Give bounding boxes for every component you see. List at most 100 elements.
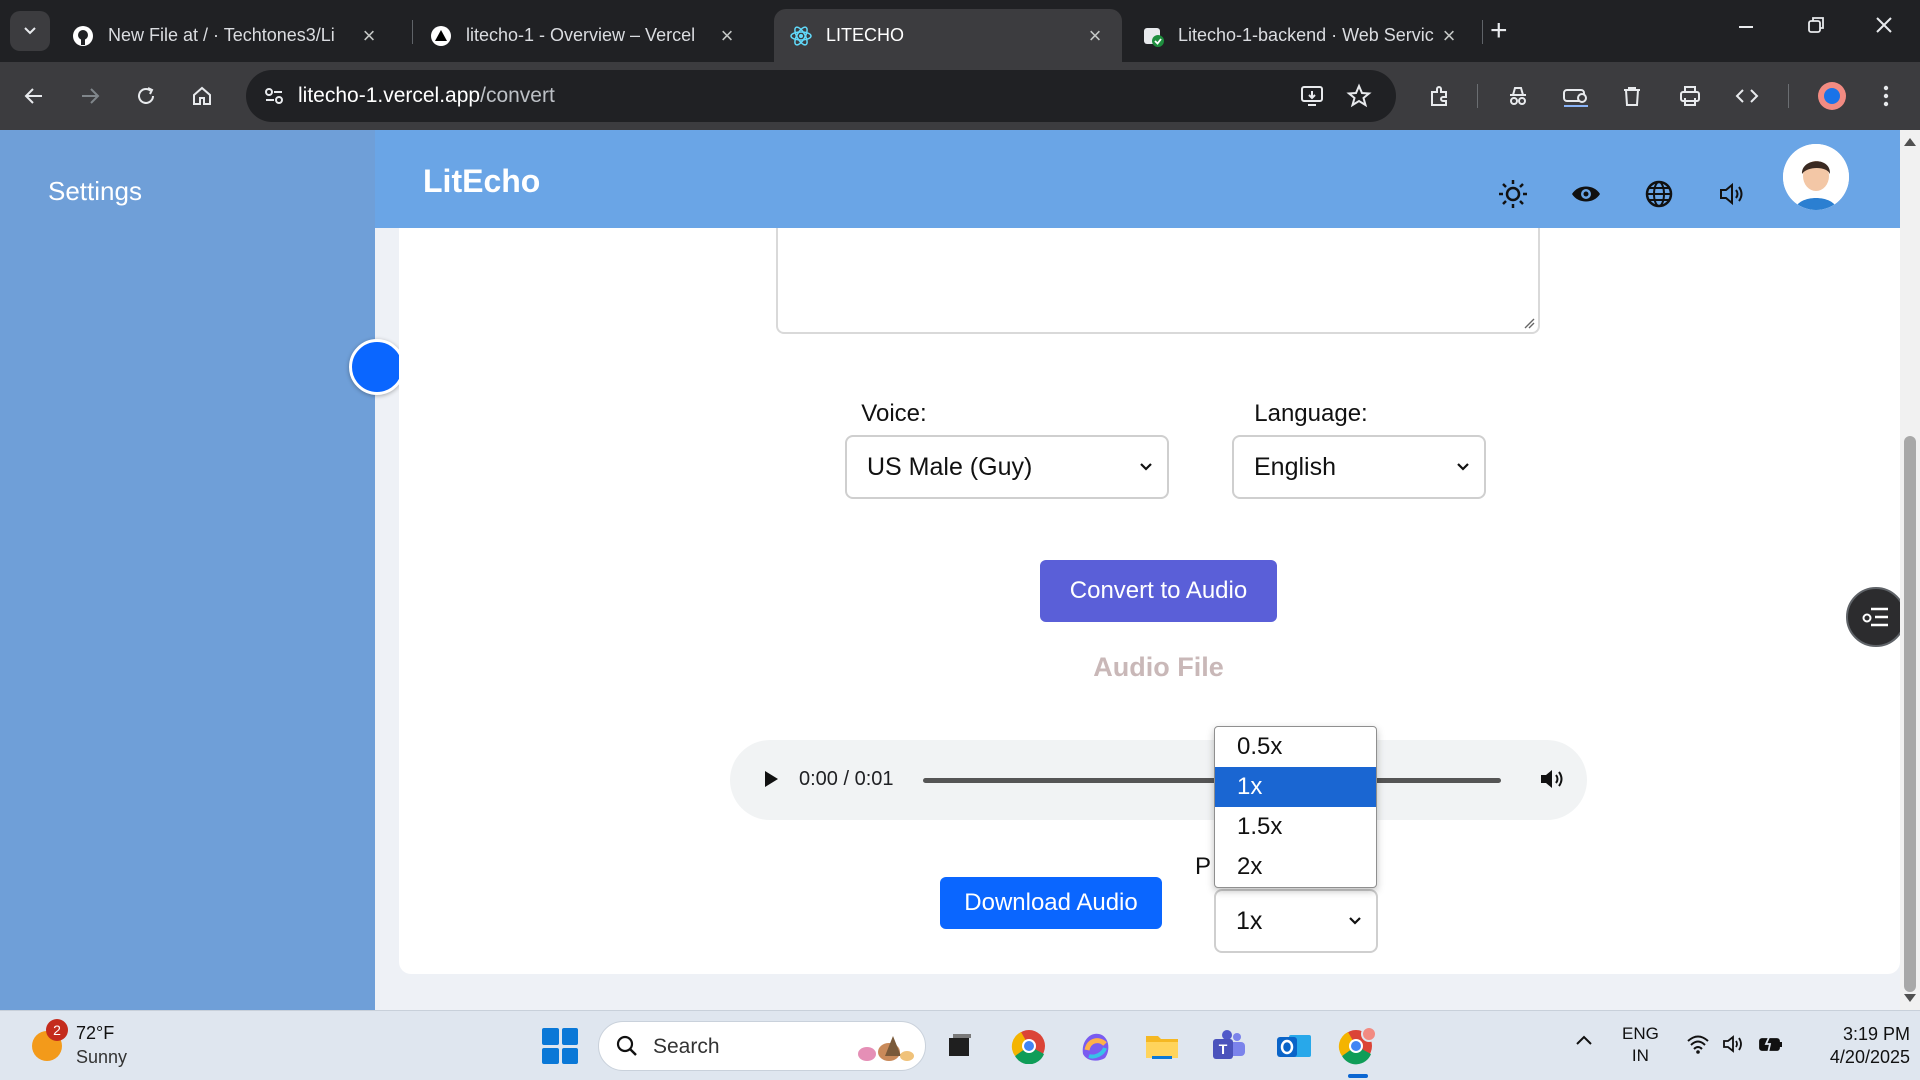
tab-github[interactable]: New File at / · Techtones3/Li × [56, 9, 396, 62]
forward-button[interactable] [72, 78, 108, 114]
scroll-down-arrow[interactable] [1904, 994, 1916, 1002]
user-avatar[interactable] [1783, 144, 1849, 210]
taskbar-search[interactable]: Search [598, 1021, 926, 1071]
key-icon [1563, 89, 1588, 107]
tab-separator [1482, 20, 1483, 44]
resize-handle-icon[interactable] [1523, 317, 1535, 329]
close-icon [1876, 17, 1892, 33]
playback-speed-select[interactable]: 1x [1214, 889, 1378, 953]
minimize-button[interactable] [1736, 14, 1756, 42]
taskbar-file-explorer[interactable] [1141, 1025, 1183, 1067]
tab-search-button[interactable] [10, 11, 50, 51]
taskbar-copilot[interactable] [1074, 1025, 1116, 1067]
search-icon [616, 1035, 637, 1056]
arrow-left-icon [24, 88, 42, 104]
browser-tabstrip: New File at / · Techtones3/Li × litecho-… [0, 0, 1920, 62]
clock[interactable]: 3:19 PM 4/20/2025 [1780, 1023, 1910, 1069]
more-vertical-icon [1883, 85, 1889, 107]
volume-icon [1723, 1035, 1742, 1053]
chevron-down-icon [1457, 463, 1469, 471]
printer-icon [1680, 86, 1700, 106]
profile-button[interactable] [1814, 78, 1850, 114]
tab-litecho[interactable]: LITECHO × [774, 9, 1122, 62]
minimize-icon [1739, 26, 1753, 28]
speed-option[interactable]: 0.5x [1215, 727, 1376, 767]
back-button[interactable] [16, 78, 52, 114]
delete-extension-button[interactable] [1614, 78, 1650, 114]
audio-progress-slider[interactable] [923, 778, 1501, 783]
accessibility-view-button[interactable] [1568, 176, 1604, 212]
weather-temperature[interactable]: 72°F [76, 1023, 114, 1044]
taskbar-outlook[interactable] [1273, 1025, 1315, 1067]
scroll-up-arrow[interactable] [1904, 138, 1916, 146]
devtools-button[interactable] [1729, 78, 1765, 114]
voice-select[interactable]: US Male (Guy) [845, 435, 1169, 499]
browser-menu-button[interactable] [1868, 78, 1904, 114]
close-icon[interactable]: × [1438, 23, 1460, 49]
teams-icon: T [1213, 1030, 1245, 1059]
close-icon[interactable]: × [716, 23, 738, 49]
close-window-button[interactable] [1874, 14, 1894, 42]
speed-option[interactable]: 2x [1215, 847, 1376, 887]
clock-date: 4/20/2025 [1829, 1047, 1910, 1067]
read-aloud-button[interactable] [1714, 176, 1750, 212]
search-placeholder: Search [653, 1035, 720, 1058]
system-tray-icons[interactable] [1686, 1033, 1784, 1055]
toolbar-separator [1477, 84, 1478, 108]
extensions-button[interactable] [1422, 78, 1458, 114]
close-icon[interactable]: × [358, 23, 380, 49]
home-button[interactable] [184, 78, 220, 114]
tab-title: LITECHO [826, 25, 905, 45]
speed-option-selected[interactable]: 1x [1215, 767, 1376, 807]
password-key-button[interactable] [1558, 78, 1594, 114]
start-button[interactable] [542, 1028, 578, 1064]
site-info-icon[interactable] [262, 84, 286, 113]
print-button[interactable] [1672, 78, 1708, 114]
sidebar-title: Settings [48, 176, 142, 206]
sidebar-drag-handle[interactable] [349, 339, 405, 395]
taskbar-teams[interactable]: T [1207, 1025, 1249, 1067]
scrollbar-thumb[interactable] [1904, 436, 1916, 992]
floating-menu-button[interactable] [1846, 587, 1906, 647]
language-label: Language: [1254, 400, 1368, 427]
copilot-icon [1082, 1033, 1109, 1061]
tab-title: litecho-1 - Overview – Vercel [466, 25, 696, 45]
text-input-area[interactable] [776, 228, 1540, 334]
new-tab-button[interactable]: + [1490, 14, 1508, 48]
incognito-extension-button[interactable] [1500, 78, 1536, 114]
audio-time: 0:00 / 0:01 [799, 768, 894, 790]
install-app-icon[interactable] [1300, 83, 1326, 114]
weather-description[interactable]: Sunny [76, 1047, 127, 1068]
speed-select-value: 1x [1236, 906, 1263, 935]
input-language-indicator[interactable]: ENG IN [1622, 1023, 1659, 1067]
language-select[interactable]: English [1232, 435, 1486, 499]
language-select-value: English [1254, 452, 1336, 481]
taskbar-chrome[interactable] [1008, 1025, 1050, 1067]
reload-button[interactable] [128, 78, 164, 114]
page-scrollbar[interactable] [1900, 130, 1920, 1010]
restore-button[interactable] [1806, 14, 1826, 42]
tab-title: Litecho-1-backend · Web Servic [1178, 25, 1434, 45]
tab-title: New File at / · Techtones3/Li [108, 25, 335, 45]
browser-toolbar: litecho-1.vercel.app/convert [0, 62, 1920, 130]
language-button[interactable] [1641, 176, 1677, 212]
tab-vercel[interactable]: litecho-1 - Overview – Vercel × [414, 9, 754, 62]
bookmark-star-icon[interactable] [1346, 83, 1372, 114]
tab-render[interactable]: Litecho-1-backend · Web Servic × [1126, 9, 1476, 62]
taskbar-task-view[interactable] [939, 1025, 981, 1067]
speed-option[interactable]: 1.5x [1215, 807, 1376, 847]
theme-toggle-button[interactable] [1495, 176, 1531, 212]
playback-speed-options: 0.5x 1x 1.5x 2x [1214, 726, 1377, 888]
address-bar[interactable]: litecho-1.vercel.app/convert [246, 70, 1396, 122]
close-icon[interactable]: × [1084, 23, 1106, 49]
wifi-icon [1687, 1035, 1709, 1054]
chrome-profile-icon [1338, 1026, 1377, 1065]
download-audio-button[interactable]: Download Audio [940, 877, 1162, 929]
render-icon [1142, 25, 1164, 47]
taskbar-chrome-active[interactable] [1337, 1025, 1379, 1067]
play-icon[interactable] [761, 768, 781, 790]
show-hidden-icons-chevron[interactable] [1574, 1033, 1594, 1047]
volume-icon[interactable] [1538, 766, 1566, 792]
list-settings-icon [1862, 607, 1888, 627]
convert-to-audio-button[interactable]: Convert to Audio [1040, 560, 1277, 622]
